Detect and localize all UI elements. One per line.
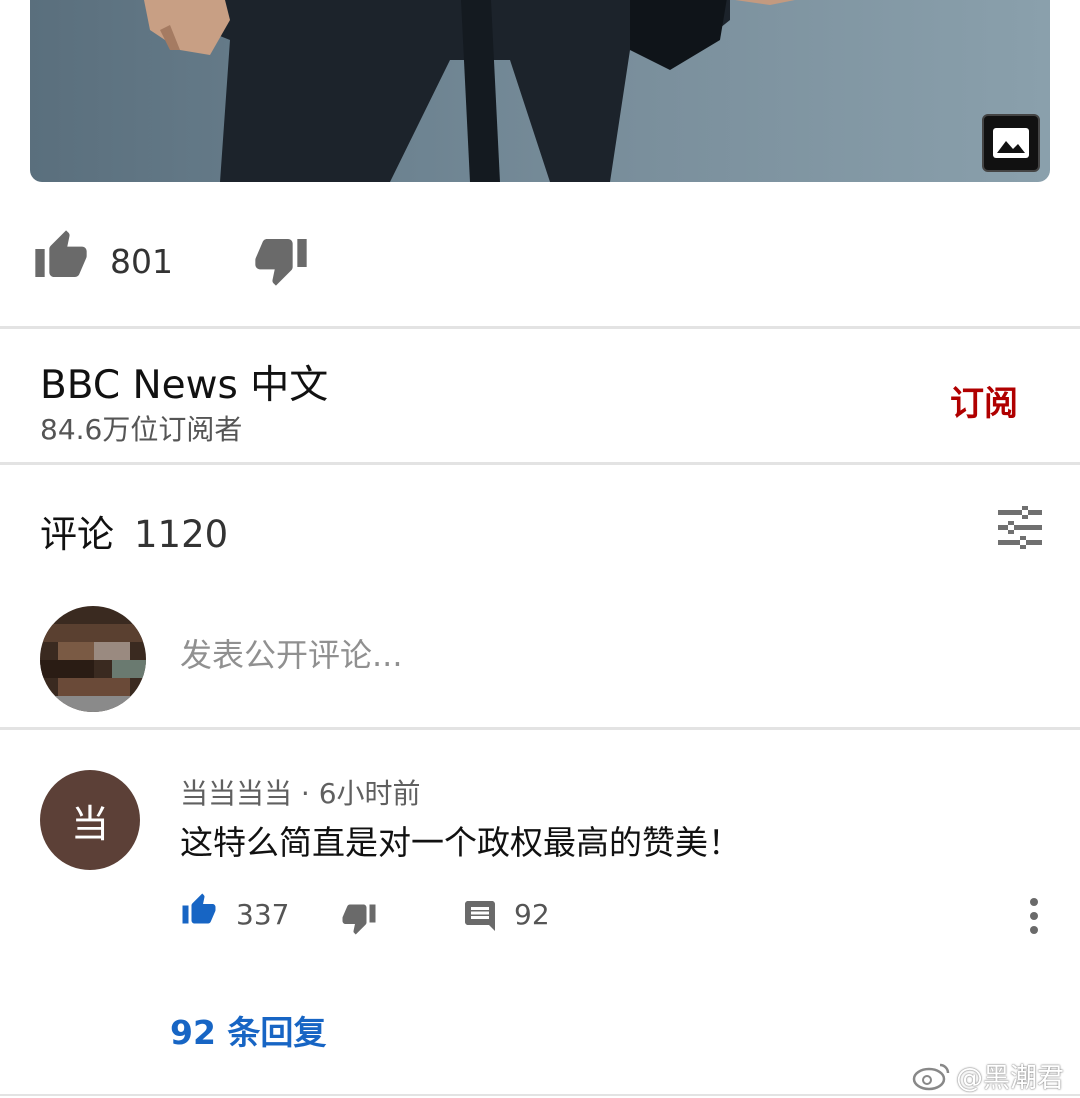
like-count: 801 — [110, 242, 173, 281]
subscribe-button[interactable]: 订阅 — [950, 376, 1018, 425]
sort-icon[interactable] — [996, 506, 1044, 554]
divider — [0, 462, 1080, 465]
person-figure — [144, 0, 795, 182]
thumb-up-icon[interactable] — [180, 892, 218, 932]
video-page: 801 BBC News 中文 84.6万位订阅者 订阅 评论 1120 发表公… — [0, 0, 1080, 1098]
watermark: @黑潮君 — [912, 1056, 1064, 1098]
thumb-down-icon[interactable] — [252, 232, 310, 292]
my-avatar — [40, 606, 146, 712]
comment-text: 这特么简直是对一个政权最高的赞美！ — [180, 823, 741, 862]
more-vert-icon[interactable] — [1022, 896, 1046, 940]
comment-input[interactable] — [180, 636, 1040, 674]
comment-reply-count: 92 — [514, 898, 550, 931]
comments-count: 1120 — [134, 513, 229, 556]
channel-name[interactable]: BBC News 中文 — [40, 354, 328, 410]
image-icon[interactable] — [982, 114, 1040, 172]
divider — [0, 727, 1080, 730]
view-replies-link[interactable]: 92 条回复 — [170, 1006, 326, 1054]
watermark-text: @黑潮君 — [956, 1063, 1064, 1094]
comment-like-count: 337 — [236, 898, 290, 931]
comments-header: 评论 1120 — [40, 504, 228, 558]
thumb-down-icon[interactable] — [340, 900, 378, 940]
video-action-bar: 801 — [0, 226, 1080, 298]
comment-meta: 当当当当 · 6小时前 — [180, 777, 421, 810]
comments-title: 评论 — [40, 513, 114, 556]
comment-icon[interactable] — [462, 898, 498, 938]
subscriber-count: 84.6万位订阅者 — [40, 413, 243, 446]
avatar[interactable]: 当 — [40, 770, 140, 870]
divider — [0, 326, 1080, 329]
weibo-icon — [912, 1061, 952, 1098]
video-thumbnail[interactable] — [30, 0, 1050, 182]
thumb-up-icon[interactable] — [32, 228, 90, 288]
